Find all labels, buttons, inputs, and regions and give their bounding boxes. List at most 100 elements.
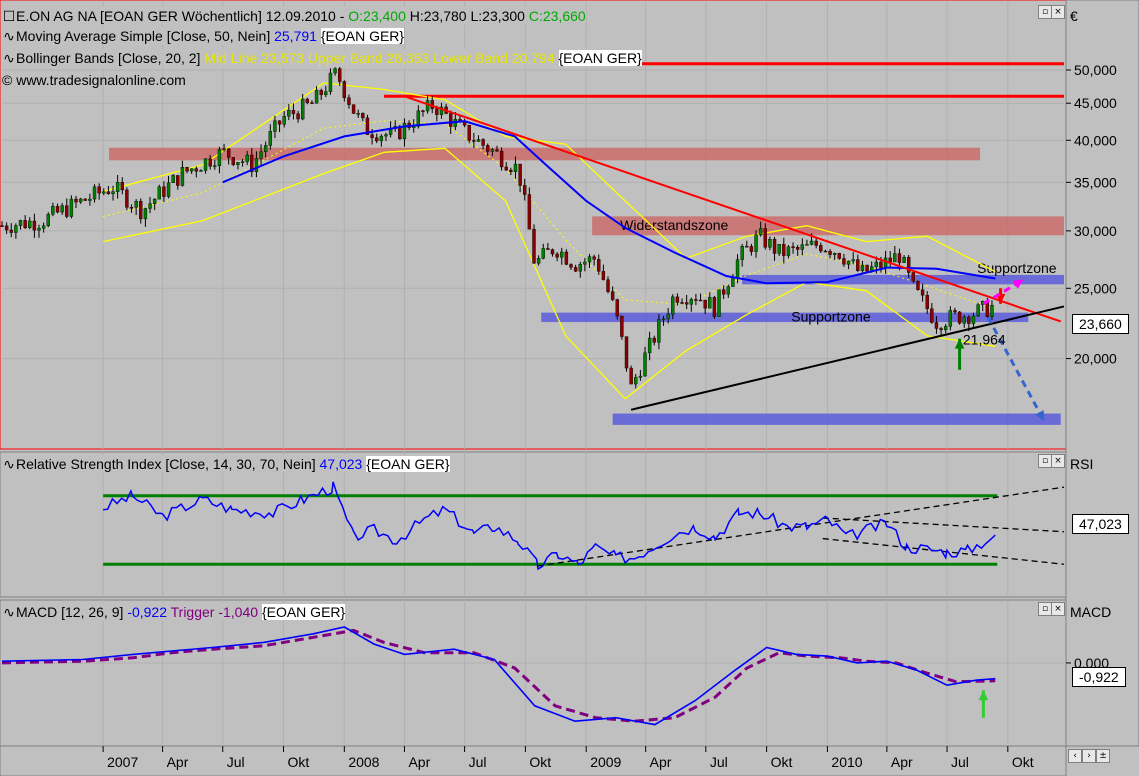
- scroll-left-icon[interactable]: ‹: [1068, 749, 1082, 763]
- candle-body: [296, 113, 300, 120]
- date-tick-label: 2009: [590, 754, 621, 770]
- candle-body: [967, 316, 971, 324]
- candle-body: [97, 186, 101, 194]
- candle-body: [560, 251, 564, 258]
- candle-body: [115, 182, 120, 192]
- candle-body: [698, 299, 703, 302]
- candle-body: [638, 375, 643, 378]
- candle-body: [795, 247, 800, 250]
- close-icon[interactable]: ×: [1051, 5, 1065, 19]
- minimize-icon[interactable]: ▫: [1038, 5, 1052, 19]
- low-value-label: 21,964: [963, 332, 1006, 348]
- candle-body: [856, 259, 860, 271]
- candle-body: [69, 198, 74, 217]
- candle-body: [777, 244, 781, 254]
- chart-square-icon: ☐: [2, 8, 16, 24]
- candle-body: [647, 337, 652, 354]
- candle-body: [208, 158, 212, 167]
- candle-body: [176, 175, 180, 186]
- macd-title: ∿MACD [12, 26, 9] -0,922 Trigger -1,040 …: [2, 603, 346, 621]
- date-tick-label: Jul: [951, 754, 969, 770]
- candle-body: [934, 322, 939, 329]
- price-tick-label: 35,000: [1074, 174, 1117, 190]
- wave-icon: ∿: [3, 50, 15, 66]
- candle-body: [666, 313, 670, 320]
- currency-label: €: [1070, 7, 1078, 25]
- price-tick-label: 45,000: [1074, 95, 1117, 111]
- candle-body: [606, 279, 610, 292]
- candle-body: [46, 214, 50, 227]
- candle-body: [51, 206, 55, 215]
- candle-body: [564, 251, 569, 265]
- candle-body: [527, 194, 532, 230]
- minimize-icon[interactable]: ▫: [1038, 454, 1052, 468]
- candle-body: [78, 198, 83, 203]
- sma-symbol: {EOAN GER}: [320, 28, 405, 44]
- candle-body: [361, 112, 365, 119]
- candle-body: [319, 89, 323, 95]
- macd-value: -0,922: [127, 604, 167, 620]
- candle-body: [273, 120, 277, 132]
- candle-body: [199, 170, 203, 172]
- zoom-icon[interactable]: ±: [1096, 749, 1110, 763]
- candle-body: [476, 139, 481, 142]
- candle-body: [351, 104, 356, 114]
- candle-body: [726, 286, 730, 295]
- candle-body: [305, 98, 310, 103]
- candle-body: [601, 271, 606, 280]
- candle-body: [120, 182, 124, 191]
- candle-body: [837, 253, 842, 259]
- close-icon[interactable]: ×: [1051, 602, 1065, 616]
- candle-body: [893, 253, 897, 263]
- candle-body: [92, 186, 97, 200]
- candle-body: [277, 120, 282, 125]
- candle-body: [125, 189, 129, 208]
- candle-body: [749, 246, 754, 252]
- candle-body: [185, 167, 189, 172]
- date-tick-label: Jul: [710, 754, 728, 770]
- candle-body: [41, 225, 46, 229]
- price-title: ☐E.ON AG NA [EOAN GER Wöchentlich] 12.09…: [2, 7, 586, 25]
- candle-body: [990, 305, 994, 317]
- wave-icon: ∿: [3, 28, 15, 44]
- candle-body: [300, 98, 305, 120]
- candle-body: [139, 201, 143, 220]
- date-tick-label: 2010: [831, 754, 862, 770]
- candle-body: [9, 229, 13, 233]
- candle-body: [800, 244, 804, 250]
- candle-body: [55, 206, 60, 213]
- candle-body: [263, 145, 268, 153]
- candle-body: [573, 267, 578, 272]
- close-value: C:23,660: [528, 8, 586, 24]
- candle-body: [939, 328, 943, 331]
- minimize-icon[interactable]: ▫: [1038, 602, 1052, 616]
- macd-label: MACD [12, 26, 9]: [16, 604, 124, 620]
- candle-body: [624, 336, 629, 369]
- candle-body: [370, 134, 374, 138]
- price-zone: [612, 413, 1061, 425]
- close-icon[interactable]: ×: [1051, 454, 1065, 468]
- candle-body: [634, 377, 638, 385]
- candle-body: [786, 246, 791, 256]
- date-tick-label: Apr: [891, 754, 913, 770]
- candle-body: [268, 131, 273, 146]
- candle-body: [171, 175, 175, 183]
- candle-body: [328, 72, 333, 92]
- candle-body: [888, 257, 892, 263]
- candle-body: [83, 198, 87, 201]
- candle-body: [32, 220, 37, 231]
- candle-body: [134, 201, 138, 208]
- candle-body: [661, 318, 666, 321]
- candle-body: [879, 261, 883, 269]
- bb-title: ∿Bollinger Bands [Close, 20, 2] Mid Line…: [2, 49, 642, 67]
- candle-body: [518, 163, 522, 186]
- bb-label: Bollinger Bands [Close, 20, 2]: [16, 50, 201, 66]
- price-tick-label: 20,000: [1074, 351, 1117, 367]
- price-tick-label: 25,000: [1074, 280, 1117, 296]
- candle-body: [546, 248, 550, 250]
- candle-body: [860, 264, 865, 271]
- candle-body: [865, 264, 869, 272]
- scroll-right-icon[interactable]: ›: [1082, 749, 1096, 763]
- date-tick-label: Okt: [288, 754, 310, 770]
- candle-body: [657, 319, 661, 343]
